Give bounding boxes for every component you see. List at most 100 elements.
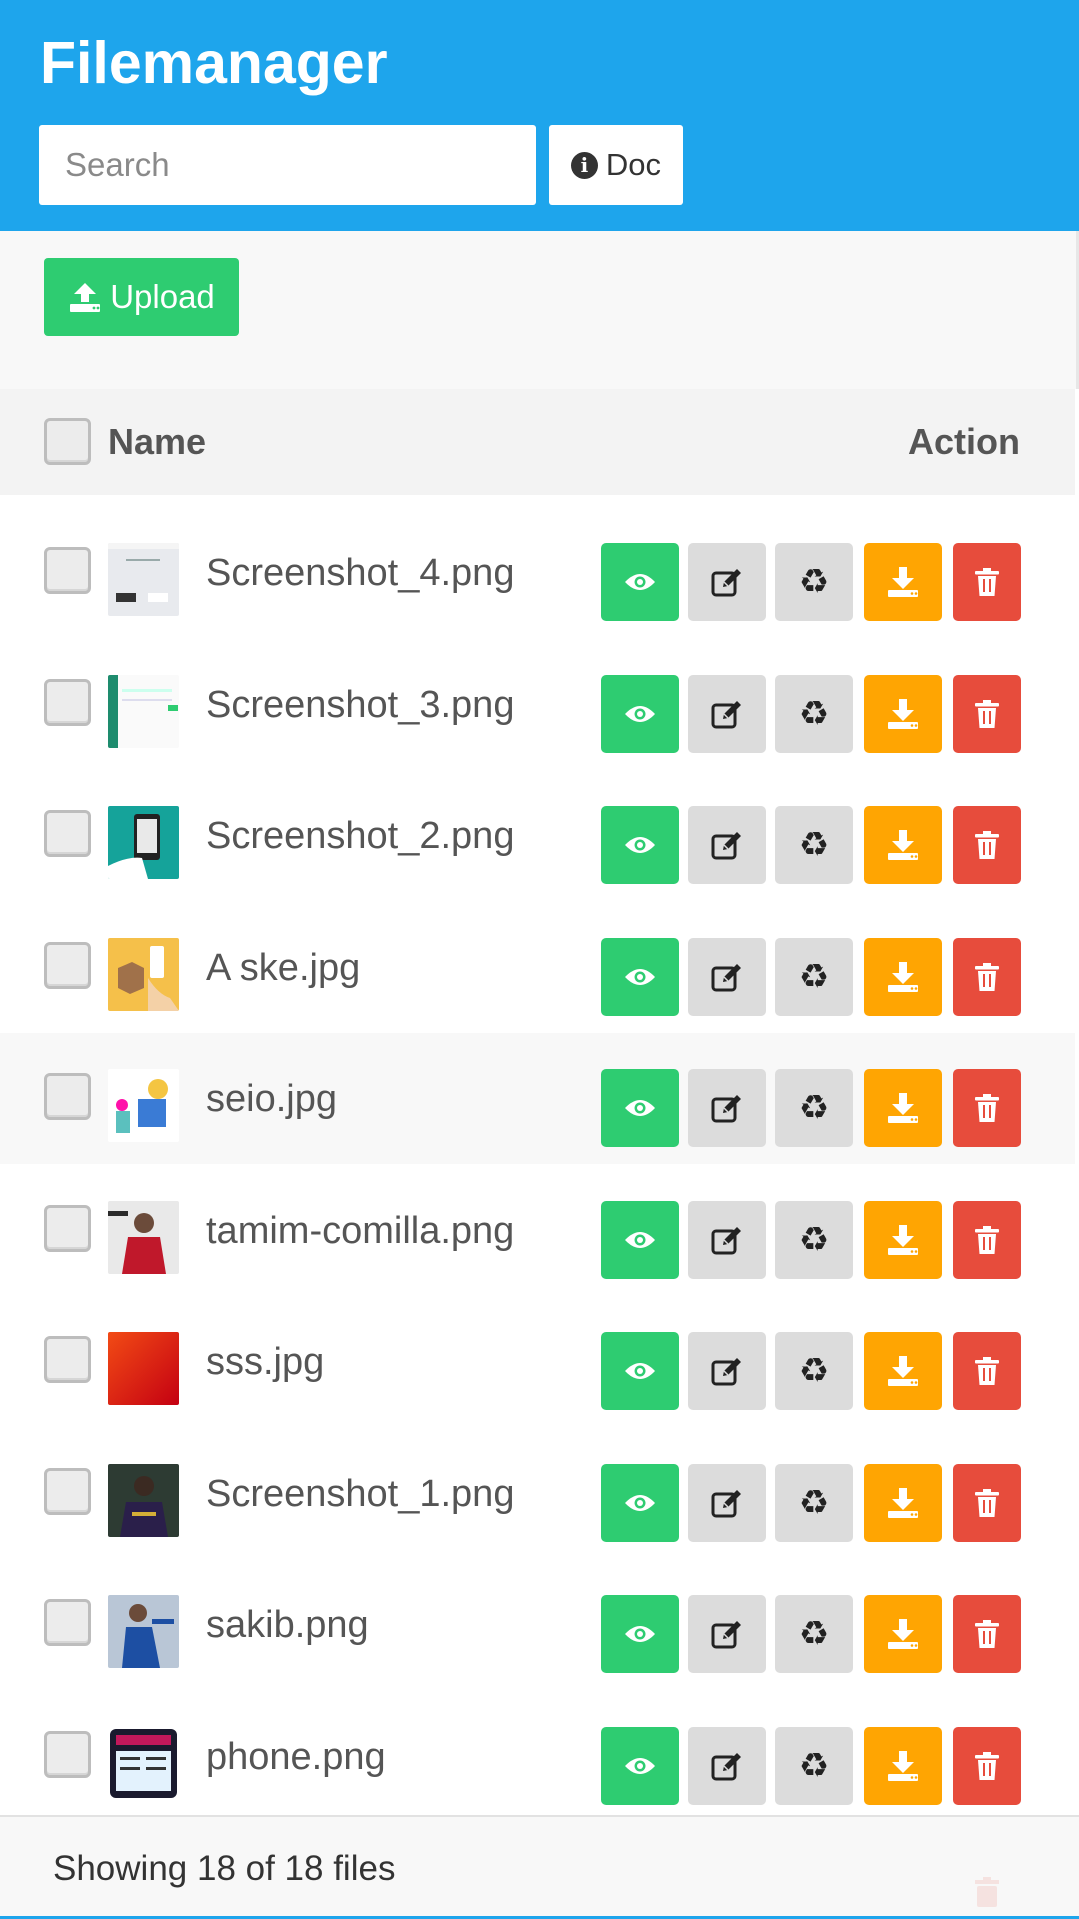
download-button[interactable] [864, 806, 942, 884]
edit-button[interactable] [688, 1332, 766, 1410]
delete-button[interactable] [953, 675, 1021, 753]
edit-button[interactable] [688, 1464, 766, 1542]
file-name[interactable]: Screenshot_2.png [206, 812, 514, 860]
file-name[interactable]: seio.jpg [206, 1075, 337, 1123]
row-checkbox[interactable] [44, 1205, 91, 1252]
row-checkbox[interactable] [44, 1073, 91, 1120]
recycle-icon: ♻ [798, 1615, 830, 1653]
search-input[interactable] [39, 125, 536, 205]
delete-button[interactable] [953, 543, 1021, 621]
eye-icon [625, 1363, 655, 1379]
view-button[interactable] [601, 1332, 679, 1410]
table-row[interactable]: tamim-comilla.png ♻ [0, 1165, 1075, 1296]
file-name[interactable]: Screenshot_1.png [206, 1470, 514, 1518]
edit-button[interactable] [688, 1595, 766, 1673]
recycle-button[interactable]: ♻ [775, 1727, 853, 1805]
file-thumbnail [108, 1201, 179, 1274]
table-row[interactable]: phone.png ♻ [0, 1691, 1075, 1822]
table-row[interactable]: Screenshot_1.png ♻ [0, 1428, 1075, 1559]
delete-button[interactable] [953, 1595, 1021, 1673]
trash-icon [975, 963, 999, 991]
view-button[interactable] [601, 806, 679, 884]
view-button[interactable] [601, 543, 679, 621]
row-checkbox[interactable] [44, 679, 91, 726]
delete-button[interactable] [953, 806, 1021, 884]
recycle-button[interactable]: ♻ [775, 1069, 853, 1147]
file-name[interactable]: tamim-comilla.png [206, 1207, 514, 1255]
view-button[interactable] [601, 1069, 679, 1147]
row-checkbox[interactable] [44, 1599, 91, 1646]
table-row[interactable]: Screenshot_3.png ♻ [0, 639, 1075, 770]
view-button[interactable] [601, 1595, 679, 1673]
row-checkbox[interactable] [44, 810, 91, 857]
download-button[interactable] [864, 1201, 942, 1279]
edit-button[interactable] [688, 543, 766, 621]
edit-button[interactable] [688, 675, 766, 753]
delete-button[interactable] [953, 1464, 1021, 1542]
recycle-button[interactable]: ♻ [775, 675, 853, 753]
recycle-button[interactable]: ♻ [775, 1464, 853, 1542]
download-button[interactable] [864, 1727, 942, 1805]
table-row[interactable]: Screenshot_4.png ♻ [0, 507, 1075, 638]
download-button[interactable] [864, 1069, 942, 1147]
download-button[interactable] [864, 938, 942, 1016]
edit-icon [711, 569, 741, 597]
download-button[interactable] [864, 1595, 942, 1673]
delete-button[interactable] [953, 1069, 1021, 1147]
table-row[interactable]: sss.jpg ♻ [0, 1296, 1075, 1427]
row-checkbox[interactable] [44, 1731, 91, 1778]
upload-button[interactable]: Upload [44, 258, 239, 336]
row-checkbox[interactable] [44, 1468, 91, 1515]
download-button[interactable] [864, 543, 942, 621]
recycle-button[interactable]: ♻ [775, 806, 853, 884]
table-row[interactable]: sakib.png ♻ [0, 1559, 1075, 1690]
edit-button[interactable] [688, 1201, 766, 1279]
download-button[interactable] [864, 675, 942, 753]
recycle-icon: ♻ [798, 1747, 830, 1785]
file-name[interactable]: Screenshot_3.png [206, 681, 514, 729]
edit-button[interactable] [688, 1069, 766, 1147]
download-button[interactable] [864, 1332, 942, 1410]
view-button[interactable] [601, 675, 679, 753]
edit-icon [711, 832, 741, 860]
recycle-icon: ♻ [798, 826, 830, 864]
app-title: Filemanager [40, 30, 388, 96]
edit-button[interactable] [688, 1727, 766, 1805]
file-name[interactable]: Screenshot_4.png [206, 549, 514, 597]
file-name[interactable]: sss.jpg [206, 1338, 324, 1386]
row-checkbox[interactable] [44, 942, 91, 989]
delete-button[interactable] [953, 938, 1021, 1016]
eye-icon [625, 706, 655, 722]
row-checkbox[interactable] [44, 1336, 91, 1383]
table-row[interactable]: A ske.jpg ♻ [0, 902, 1075, 1033]
file-thumbnail [108, 543, 179, 616]
recycle-button[interactable]: ♻ [775, 543, 853, 621]
recycle-button[interactable]: ♻ [775, 938, 853, 1016]
edit-button[interactable] [688, 806, 766, 884]
edit-icon [711, 964, 741, 992]
edit-button[interactable] [688, 938, 766, 1016]
row-checkbox[interactable] [44, 547, 91, 594]
recycle-button[interactable]: ♻ [775, 1201, 853, 1279]
view-button[interactable] [601, 1727, 679, 1805]
recycle-button[interactable]: ♻ [775, 1595, 853, 1673]
view-button[interactable] [601, 1464, 679, 1542]
eye-icon [625, 969, 655, 985]
view-button[interactable] [601, 1201, 679, 1279]
column-header-name: Name [108, 421, 207, 462]
file-name[interactable]: phone.png [206, 1733, 386, 1781]
file-name[interactable]: sakib.png [206, 1601, 369, 1649]
select-all-checkbox[interactable] [44, 418, 91, 465]
recycle-button[interactable]: ♻ [775, 1332, 853, 1410]
delete-button[interactable] [953, 1332, 1021, 1410]
table-row[interactable]: Screenshot_2.png ♻ [0, 770, 1075, 901]
table-row[interactable]: seio.jpg ♻ [0, 1033, 1075, 1164]
file-name[interactable]: A ske.jpg [206, 944, 360, 992]
doc-button[interactable]: i Doc [549, 125, 683, 205]
upload-button-label: Upload [110, 278, 215, 315]
delete-button[interactable] [953, 1201, 1021, 1279]
delete-button[interactable] [953, 1727, 1021, 1805]
view-button[interactable] [601, 938, 679, 1016]
download-button[interactable] [864, 1464, 942, 1542]
eye-icon [625, 574, 655, 590]
